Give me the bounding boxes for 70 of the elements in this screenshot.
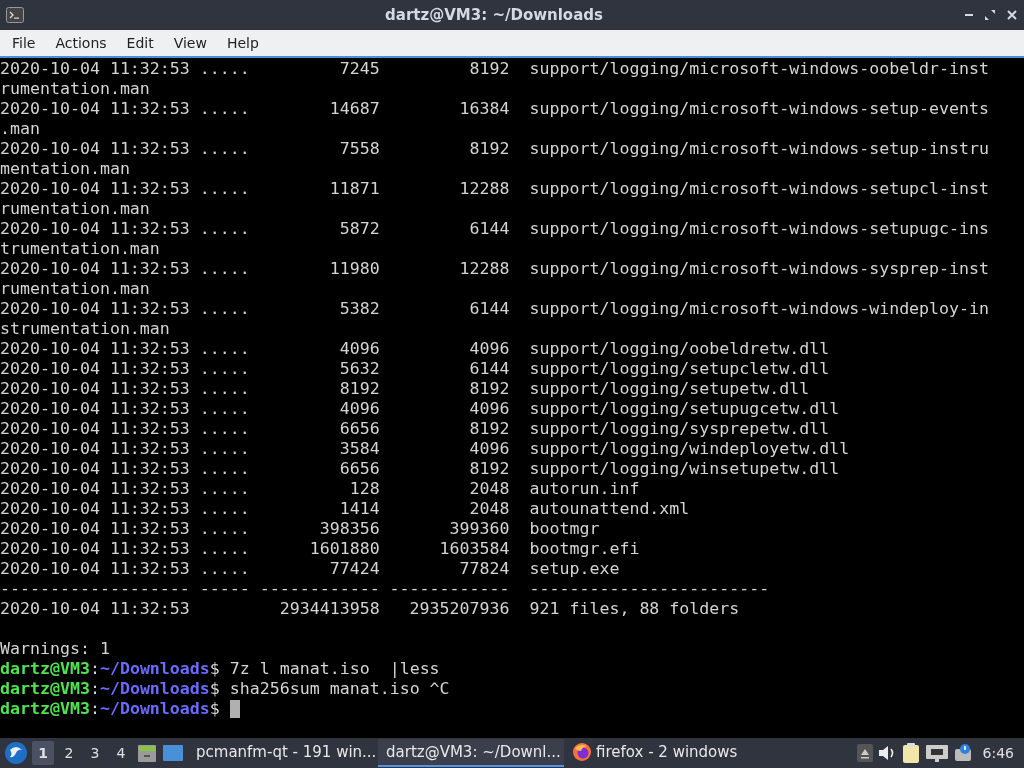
workspace-button[interactable]: 1 bbox=[32, 741, 54, 765]
taskbar-task[interactable]: dartz@VM3: ~/Downl... bbox=[378, 739, 564, 767]
prompt-user: dartz@VM3 bbox=[0, 659, 90, 679]
terminal-output-line: rumentation.man bbox=[0, 199, 150, 219]
terminal-output-line: trumentation.man bbox=[0, 239, 160, 259]
terminal-output-line: rumentation.man bbox=[0, 279, 150, 299]
terminal-output-line: 2020-10-04 11:32:53 ..... 7245 8192 support/logging/microsoft-windows-oobeldr-inst bbox=[0, 59, 990, 79]
terminal-output-line: 2020-10-04 11:32:53 ..... 6656 8192 support/logging/winsetupetw.dll bbox=[0, 459, 840, 479]
file-cabinet-icon[interactable] bbox=[136, 742, 158, 764]
prompt-user: dartz@VM3 bbox=[0, 699, 90, 719]
tray-expand-icon[interactable] bbox=[856, 744, 873, 762]
terminal-output-line: mentation.man bbox=[0, 159, 130, 179]
terminal-output-line: 2020-10-04 11:32:53 2934413958 2935207936 921 files, 88 folders bbox=[0, 599, 740, 619]
prompt-separator: : bbox=[89, 679, 100, 699]
workspace-button[interactable]: 2 bbox=[58, 741, 80, 765]
terminal-output-line: .man bbox=[0, 119, 40, 139]
prompt-path: ~/Downloads bbox=[99, 699, 210, 719]
terminal-output-line: 2020-10-04 11:32:53 ..... 1601880 1603584 bootmgr.efi bbox=[0, 539, 640, 559]
command-text: sha256sum manat.iso ^C bbox=[228, 679, 450, 699]
notification-icon[interactable] bbox=[952, 743, 973, 763]
terminal-output-line: 2020-10-04 11:32:53 ..... 77424 77824 setup.exe bbox=[0, 559, 620, 579]
menu-item[interactable]: Actions bbox=[45, 35, 117, 51]
terminal-output-line: 2020-10-04 11:32:53 ..... 8192 8192 support/logging/setupetw.dll bbox=[0, 379, 810, 399]
menu-item[interactable]: View bbox=[163, 35, 217, 51]
terminal-output-line: strumentation.man bbox=[0, 319, 170, 339]
prompt-symbol: $ bbox=[209, 659, 220, 679]
window-title: dartz@VM3: ~/Downloads bbox=[384, 6, 604, 24]
menu-item[interactable]: Help bbox=[216, 35, 269, 51]
terminal-output-line: rumentation.man bbox=[0, 79, 150, 99]
prompt-symbol: $ bbox=[209, 679, 220, 699]
maximize-icon[interactable] bbox=[984, 9, 996, 21]
minimize-icon[interactable] bbox=[964, 13, 974, 17]
prompt-symbol: $ bbox=[209, 699, 220, 719]
terminal-output-line: 2020-10-04 11:32:53 ..... 4096 4096 support/logging/setupugcetw.dll bbox=[0, 399, 840, 419]
terminal-output-line: 2020-10-04 11:32:53 ..... 7558 8192 support/logging/microsoft-windows-setup-instru bbox=[0, 139, 990, 159]
text-cursor bbox=[229, 700, 240, 718]
app-icon bbox=[6, 7, 24, 23]
workspace-button[interactable]: 4 bbox=[110, 741, 132, 765]
terminal-output-line: ------------------- ----- ------------ ------------ ------------------------ bbox=[0, 579, 770, 599]
terminal-output-line: 2020-10-04 11:32:53 ..... 5872 6144 support/logging/microsoft-windows-setupugc-ins bbox=[0, 219, 990, 239]
terminal-output-line: 2020-10-04 11:32:53 ..... 3584 4096 support/logging/windeployetw.dll bbox=[0, 439, 850, 459]
prompt-separator: : bbox=[89, 699, 100, 719]
terminal-output-line: 2020-10-04 11:32:53 ..... 14687 16384 support/logging/microsoft-windows-setup-events bbox=[0, 99, 990, 119]
terminal-output-line: 2020-10-04 11:32:53 ..... 128 2048 autorun.inf bbox=[0, 479, 640, 499]
menu-item[interactable]: Edit bbox=[116, 35, 164, 51]
close-icon[interactable] bbox=[1006, 9, 1018, 21]
terminal-output-line: 2020-10-04 11:32:53 ..... 5382 6144 support/logging/microsoft-windows-windeploy-in bbox=[0, 299, 990, 319]
taskbar-task[interactable]: pcmanfm-qt - 191 win... bbox=[188, 739, 374, 767]
workspace-button[interactable]: 3 bbox=[84, 741, 106, 765]
start-menu-icon[interactable] bbox=[4, 741, 28, 765]
clipboard-icon[interactable] bbox=[900, 742, 921, 764]
clock[interactable]: 6:46 bbox=[976, 745, 1020, 761]
network-icon[interactable] bbox=[924, 743, 949, 763]
prompt-path: ~/Downloads bbox=[99, 659, 210, 679]
taskbar-task[interactable]: firefox - 2 windows bbox=[568, 739, 754, 767]
prompt-user: dartz@VM3 bbox=[0, 679, 90, 699]
prompt-path: ~/Downloads bbox=[99, 679, 210, 699]
terminal-output-line: 2020-10-04 11:32:53 ..... 5632 6144 support/logging/setupcletw.dll bbox=[0, 359, 830, 379]
prompt-separator: : bbox=[89, 659, 100, 679]
terminal-output-line: 2020-10-04 11:32:53 ..... 6656 8192 support/logging/sysprepetw.dll bbox=[0, 419, 830, 439]
browser-icon bbox=[572, 742, 592, 762]
terminal-output-line: 2020-10-04 11:32:53 ..... 398356 399360 bootmgr bbox=[0, 519, 600, 539]
terminal-output-line: 2020-10-04 11:32:53 ..... 11980 12288 support/logging/microsoft-windows-sysprep-inst bbox=[0, 259, 990, 279]
terminal-output-line: Warnings: 1 bbox=[0, 639, 110, 659]
command-text: 7z l manat.iso |less bbox=[228, 659, 440, 679]
desktop-icon[interactable] bbox=[162, 743, 184, 763]
terminal-output-line: 2020-10-04 11:32:53 ..... 11871 12288 support/logging/microsoft-windows-setupcl-inst bbox=[0, 179, 990, 199]
terminal-output-line: 2020-10-04 11:32:53 ..... 1414 2048 autounattend.xml bbox=[0, 499, 690, 519]
menu-item[interactable]: File bbox=[2, 35, 46, 51]
terminal-output-line: 2020-10-04 11:32:53 ..... 4096 4096 support/logging/oobeldretw.dll bbox=[0, 339, 830, 359]
